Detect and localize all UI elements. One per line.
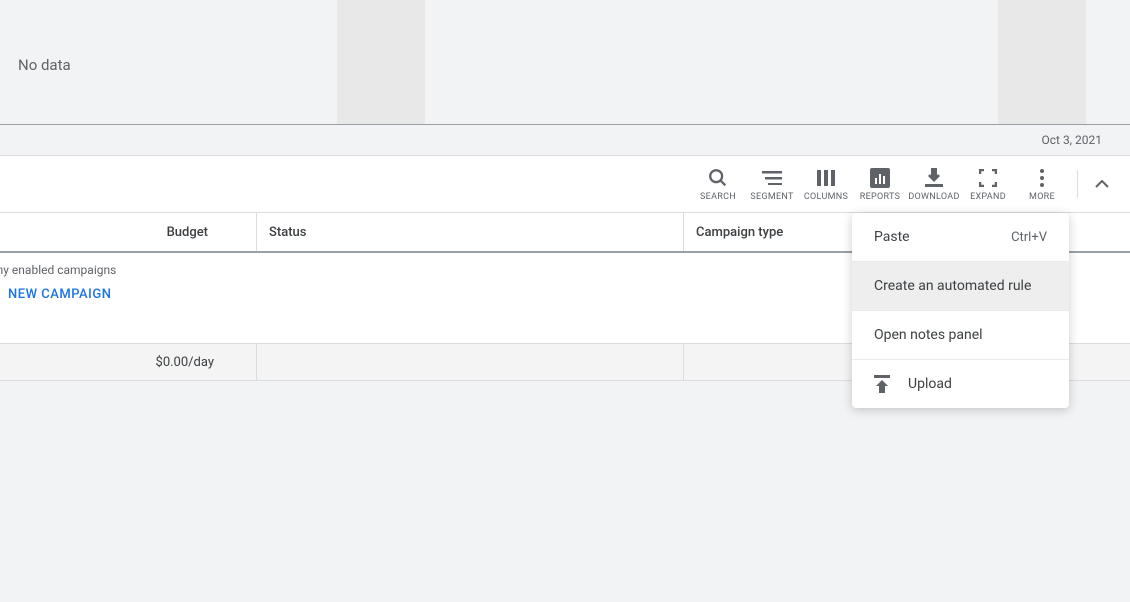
menu-paste-label: Paste bbox=[874, 229, 910, 245]
download-tool[interactable]: DOWNLOAD bbox=[907, 155, 961, 213]
column-header-status[interactable]: Status bbox=[257, 213, 684, 251]
menu-item-automated-rule[interactable]: Create an automated rule bbox=[852, 262, 1069, 310]
menu-upload-label: Upload bbox=[908, 376, 952, 392]
reports-label: REPORTS bbox=[860, 192, 900, 202]
reports-icon bbox=[868, 166, 892, 190]
upload-icon bbox=[874, 375, 890, 393]
chart-highlight-block bbox=[998, 0, 1086, 125]
chart-axis-line bbox=[0, 124, 1130, 125]
segment-tool[interactable]: SEGMENT bbox=[745, 155, 799, 213]
collapse-chart-button[interactable] bbox=[1086, 168, 1118, 200]
menu-paste-shortcut: Ctrl+V bbox=[1011, 230, 1047, 245]
toolbar-divider bbox=[1077, 170, 1078, 198]
date-range-row: Oct 3, 2021 bbox=[0, 125, 1130, 155]
menu-item-upload[interactable]: Upload bbox=[852, 360, 1069, 408]
reports-tool[interactable]: REPORTS bbox=[853, 155, 907, 213]
chart-area: No data bbox=[0, 0, 1130, 125]
search-label: SEARCH bbox=[700, 192, 736, 202]
menu-automated-rule-label: Create an automated rule bbox=[874, 278, 1031, 294]
columns-icon bbox=[814, 166, 838, 190]
expand-tool[interactable]: EXPAND bbox=[961, 155, 1015, 213]
segment-label: SEGMENT bbox=[750, 192, 793, 202]
chart-no-data-label: No data bbox=[0, 0, 71, 125]
column-header-budget[interactable]: Budget bbox=[0, 213, 257, 251]
columns-label: COLUMNS bbox=[804, 192, 848, 202]
menu-item-paste[interactable]: Paste Ctrl+V bbox=[852, 213, 1069, 261]
segment-icon bbox=[760, 166, 784, 190]
date-label: Oct 3, 2021 bbox=[1042, 133, 1103, 147]
search-icon bbox=[706, 166, 730, 190]
summary-status-cell bbox=[257, 344, 684, 380]
more-dropdown-menu: Paste Ctrl+V Create an automated rule Op… bbox=[852, 213, 1069, 408]
table-toolbar: SEARCH SEGMENT COLUMNS bbox=[0, 155, 1130, 213]
expand-label: EXPAND bbox=[970, 192, 1006, 202]
download-icon bbox=[922, 166, 946, 190]
search-tool[interactable]: SEARCH bbox=[691, 155, 745, 213]
chart-highlight-block bbox=[337, 0, 425, 125]
columns-tool[interactable]: COLUMNS bbox=[799, 155, 853, 213]
summary-budget-cell: $0.00/day bbox=[0, 344, 257, 380]
more-label: MORE bbox=[1029, 192, 1055, 202]
menu-notes-panel-label: Open notes panel bbox=[874, 327, 983, 343]
download-label: DOWNLOAD bbox=[908, 192, 959, 202]
more-vertical-icon bbox=[1030, 166, 1054, 190]
more-tool[interactable]: MORE bbox=[1015, 155, 1069, 213]
expand-icon bbox=[976, 166, 1000, 190]
menu-item-notes-panel[interactable]: Open notes panel bbox=[852, 311, 1069, 359]
